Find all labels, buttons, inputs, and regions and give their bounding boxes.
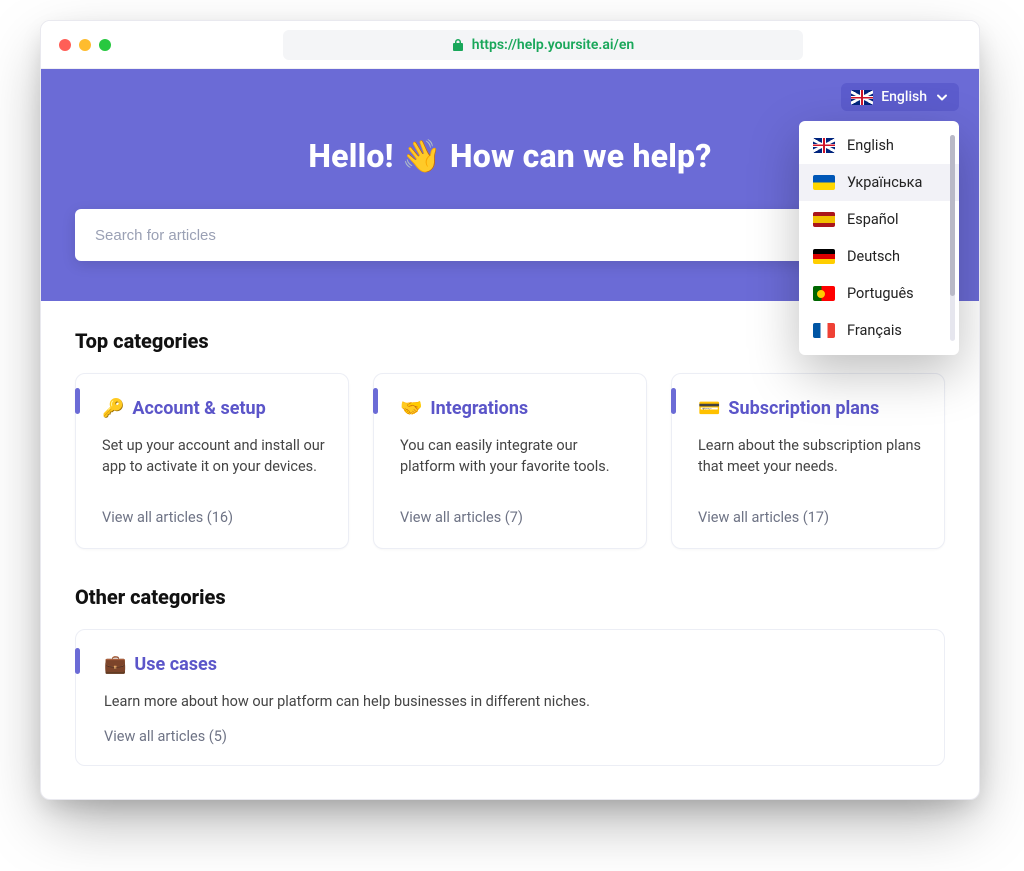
category-card-use-cases[interactable]: 💼 Use cases Learn more about how our pla… <box>75 629 945 766</box>
dropdown-scrollbar[interactable] <box>950 135 955 341</box>
credit-card-icon: 💳 <box>698 398 720 419</box>
maximize-window-icon[interactable] <box>99 39 111 51</box>
other-categories-heading: Other categories <box>75 585 945 609</box>
chevron-down-icon <box>935 90 949 104</box>
flag-es-icon <box>813 212 835 227</box>
category-card-title: Account & setup <box>132 398 265 419</box>
key-icon: 🔑 <box>102 398 124 419</box>
category-card-desc: Learn about the subscription plans that … <box>698 435 922 483</box>
flag-ua-icon <box>813 175 835 190</box>
language-selector-label: English <box>881 89 927 105</box>
language-option-english[interactable]: English <box>799 127 959 164</box>
category-card-desc: Set up your account and install our app … <box>102 435 326 483</box>
window-controls <box>59 39 111 51</box>
language-selector-button[interactable]: English <box>841 83 959 111</box>
language-option-label: Português <box>847 285 914 302</box>
other-categories-list: 💼 Use cases Learn more about how our pla… <box>75 629 945 766</box>
view-all-link[interactable]: View all articles (17) <box>698 509 922 526</box>
page-content: Top categories 🔑 Account & setup Set up … <box>41 301 979 766</box>
flag-uk-icon <box>851 90 873 105</box>
hero-section: English English Українська Español <box>41 69 979 301</box>
browser-window: https://help.yoursite.ai/en English Engl… <box>40 20 980 800</box>
language-option-german[interactable]: Deutsch <box>799 238 959 275</box>
category-card-desc: Learn more about how our platform can he… <box>104 691 918 712</box>
language-option-french[interactable]: Français <box>799 312 959 349</box>
flag-de-icon <box>813 249 835 264</box>
flag-uk-icon <box>813 138 835 153</box>
handshake-icon: 🤝 <box>400 398 422 419</box>
language-option-label: English <box>847 137 894 154</box>
category-card-integrations[interactable]: 🤝 Integrations You can easily integrate … <box>373 373 647 549</box>
lock-icon <box>452 38 464 52</box>
language-option-spanish[interactable]: Español <box>799 201 959 238</box>
view-all-link[interactable]: View all articles (7) <box>400 509 624 526</box>
language-option-portuguese[interactable]: Português <box>799 275 959 312</box>
category-card-title: Subscription plans <box>728 398 879 419</box>
category-card-title: Integrations <box>430 398 528 419</box>
address-bar[interactable]: https://help.yoursite.ai/en <box>283 30 803 60</box>
close-window-icon[interactable] <box>59 39 71 51</box>
category-card-subscription-plans[interactable]: 💳 Subscription plans Learn about the sub… <box>671 373 945 549</box>
flag-fr-icon <box>813 323 835 338</box>
briefcase-icon: 💼 <box>104 654 126 675</box>
language-option-ukrainian[interactable]: Українська <box>799 164 959 201</box>
language-option-label: Deutsch <box>847 248 900 265</box>
address-bar-url: https://help.yoursite.ai/en <box>472 37 635 53</box>
category-card-account-setup[interactable]: 🔑 Account & setup Set up your account an… <box>75 373 349 549</box>
view-all-link[interactable]: View all articles (16) <box>102 509 326 526</box>
minimize-window-icon[interactable] <box>79 39 91 51</box>
language-option-label: Français <box>847 322 902 339</box>
language-option-label: Українська <box>847 174 922 191</box>
browser-chrome: https://help.yoursite.ai/en <box>41 21 979 69</box>
view-all-link[interactable]: View all articles (5) <box>104 728 918 745</box>
scrollbar-thumb[interactable] <box>950 135 955 296</box>
language-dropdown: English Українська Español Deutsch Portu… <box>799 121 959 355</box>
category-card-desc: You can easily integrate our platform wi… <box>400 435 624 483</box>
flag-pt-icon <box>813 286 835 301</box>
top-categories-grid: 🔑 Account & setup Set up your account an… <box>75 373 945 549</box>
language-option-label: Español <box>847 211 899 228</box>
category-card-title: Use cases <box>134 654 217 675</box>
